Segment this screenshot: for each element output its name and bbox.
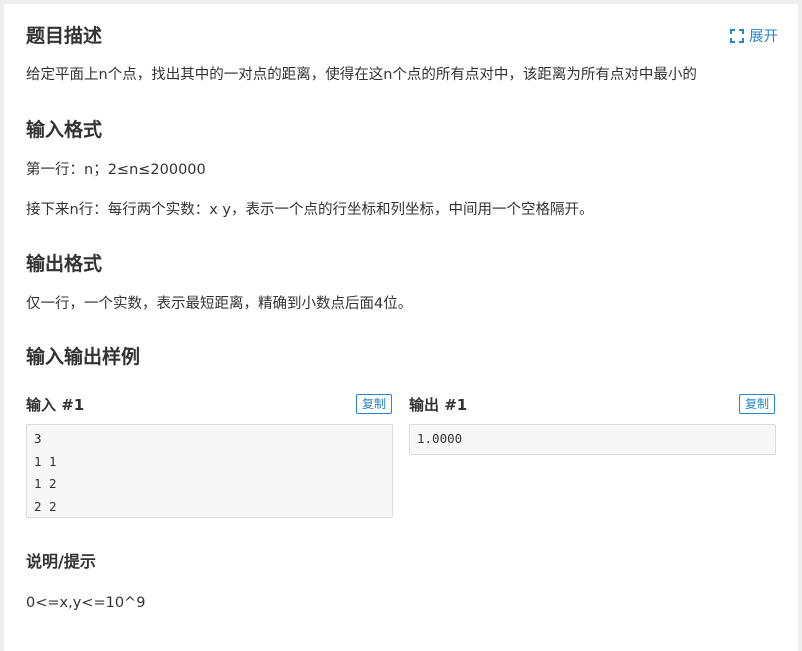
sample-output-line: 1.0000 (417, 431, 463, 446)
sample-input-line: 3 (34, 431, 42, 446)
sample-input-title: 输入 #1 (26, 396, 85, 414)
output-format-text: 仅一行，一个实数，表示最短距离，精确到小数点后面4位。 (26, 296, 413, 312)
problem-card: 题目描述 展开 给定平面上n个点，找出其中的一对点的距离，使得在这n个点的所有点… (4, 4, 798, 651)
description-text: 给定平面上n个点，找出其中的一对点的距离，使得在这n个点的所有点对中，该距离为所… (26, 67, 697, 83)
sample-input-line: 2 2 (34, 498, 57, 514)
output-format-title: 输出格式 (26, 253, 103, 275)
sample-input-line: 1 1 (34, 453, 57, 469)
description-title: 题目描述 (26, 25, 103, 47)
hint-title: 说明/提示 (26, 552, 96, 571)
expand-icon (730, 28, 744, 43)
input-format-line-1: 第一行：n；2≤n≤200000 (26, 162, 206, 178)
copy-input-button[interactable]: 复制 (356, 394, 393, 414)
input-format-title: 输入格式 (26, 119, 103, 141)
samples-title: 输入输出样例 (26, 346, 141, 368)
sample-input-line: 1 2 (34, 476, 57, 491)
input-format-line-2: 接下来n行：每行两个实数：x y，表示一个点的行坐标和列坐标，中间用一个空格隔开… (26, 202, 594, 218)
sample-input-box[interactable]: 3 1 1 1 2 2 2 (26, 424, 393, 518)
sample-output-box[interactable]: 1.0000 (409, 424, 776, 455)
hint-text: 0<=x,y<=10^9 (26, 595, 146, 611)
copy-output-button[interactable]: 复制 (739, 394, 776, 414)
expand-label: 展开 (749, 29, 778, 45)
sample-output-title: 输出 #1 (409, 396, 468, 414)
expand-button[interactable]: 展开 (730, 25, 778, 46)
